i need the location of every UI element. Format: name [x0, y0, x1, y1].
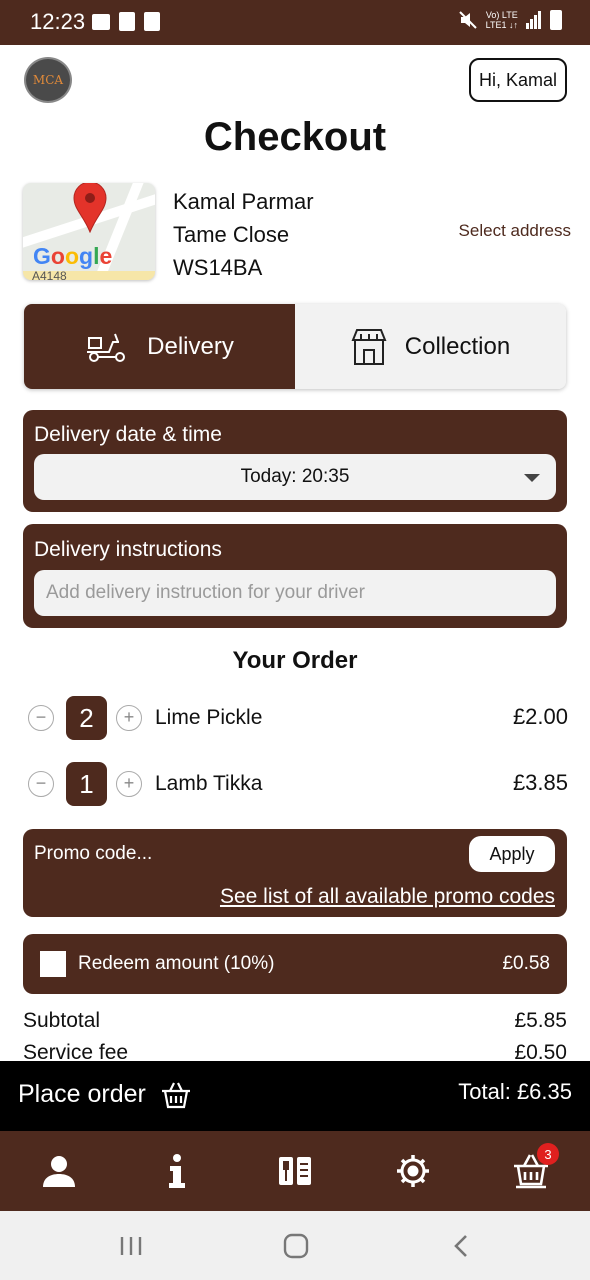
- redeem-label: Redeem amount (10%): [78, 953, 275, 974]
- info-tab[interactable]: [155, 1149, 199, 1193]
- item-quantity: 2: [66, 696, 107, 740]
- recent-apps-icon[interactable]: [119, 1235, 143, 1257]
- account-icon: [43, 1156, 75, 1187]
- decrease-quantity-button[interactable]: −: [28, 771, 54, 797]
- basket-count-badge: 3: [537, 1143, 559, 1165]
- select-address-link[interactable]: Select address: [459, 221, 571, 241]
- item-quantity: 1: [66, 762, 107, 806]
- item-price: £3.85: [512, 770, 568, 795]
- greeting-button[interactable]: Hi, Kamal: [469, 58, 567, 102]
- place-order-label: Place order: [18, 1080, 146, 1108]
- basket-tab[interactable]: 3: [509, 1143, 559, 1193]
- subtotal-row: Subtotal £5.85: [23, 1009, 567, 1033]
- item-name: Lime Pickle: [155, 706, 263, 729]
- sim-icon: [119, 12, 135, 31]
- menu-icon: [279, 1157, 311, 1185]
- delivery-instructions-label: Delivery instructions: [34, 538, 222, 561]
- sim-icon: [144, 12, 160, 31]
- decrease-quantity-button[interactable]: −: [28, 705, 54, 731]
- address-map-thumbnail[interactable]: Google A4148: [23, 183, 155, 280]
- delivery-instructions-input[interactable]: [34, 570, 556, 616]
- apply-promo-button[interactable]: Apply: [469, 836, 555, 872]
- map-road-label: A4148: [32, 269, 67, 280]
- promo-code-input[interactable]: Promo code...: [34, 843, 152, 865]
- status-time: 12:23: [30, 9, 86, 34]
- system-nav-bar: [0, 1211, 590, 1280]
- place-order-bar[interactable]: Place order Total: £6.35: [0, 1061, 590, 1131]
- delivery-instructions-panel: Delivery instructions: [23, 524, 567, 628]
- info-icon: [169, 1154, 185, 1188]
- delivery-time-value: Today: 20:35: [240, 466, 350, 487]
- subtotal-value: £5.85: [514, 1009, 567, 1032]
- increase-quantity-button[interactable]: +: [116, 771, 142, 797]
- account-tab[interactable]: [37, 1149, 81, 1193]
- network-label: Vo) LTE LTE1 ↓↑: [485, 10, 518, 30]
- notification-icons: [92, 12, 160, 31]
- status-bar: 12:23 Vo) LTE LTE1 ↓↑: [0, 0, 590, 45]
- order-item: − 2 + Lime Pickle £2.00: [28, 696, 568, 740]
- subtotal-label: Subtotal: [23, 1009, 101, 1032]
- map-pin-icon: [73, 183, 107, 233]
- order-item: − 1 + Lamb Tikka £3.85: [28, 762, 568, 806]
- collection-tab-label: Collection: [404, 332, 511, 360]
- chevron-down-icon: [524, 474, 540, 482]
- delivery-tab-label: Delivery: [147, 332, 234, 360]
- order-total: Total: £6.35: [458, 1079, 572, 1104]
- settings-tab[interactable]: [391, 1149, 435, 1193]
- back-icon[interactable]: [452, 1234, 470, 1258]
- restaurant-logo[interactable]: MCA: [24, 57, 72, 103]
- delivery-time-label: Delivery date & time: [34, 423, 222, 446]
- google-logo: Google: [33, 243, 113, 269]
- home-icon[interactable]: [283, 1233, 309, 1259]
- system-icons: Vo) LTE LTE1 ↓↑: [458, 10, 562, 30]
- redeem-amount: £0.58: [502, 953, 550, 974]
- address-street: Tame Close: [173, 222, 290, 247]
- battery-icon: [550, 10, 562, 30]
- image-icon: [92, 14, 110, 30]
- delivery-address: Kamal Parmar Tame Close WS14BA: [173, 185, 314, 284]
- basket-icon: [161, 1082, 190, 1108]
- item-name: Lamb Tikka: [155, 772, 263, 795]
- delivery-time-select[interactable]: Today: 20:35: [34, 454, 556, 500]
- delivery-time-panel: Delivery date & time Today: 20:35: [23, 410, 567, 512]
- redeem-panel: Redeem amount (10%) £0.58: [23, 934, 567, 994]
- place-order-button[interactable]: Place order: [18, 1080, 192, 1109]
- promo-codes-link[interactable]: See list of all available promo codes: [220, 885, 555, 909]
- address-postcode: WS14BA: [173, 255, 263, 280]
- page-title: Checkout: [203, 115, 387, 159]
- promo-panel: Promo code... Apply See list of all avai…: [23, 829, 567, 917]
- menu-tab[interactable]: [273, 1149, 317, 1193]
- redeem-checkbox[interactable]: [40, 951, 66, 977]
- address-name: Kamal Parmar: [173, 189, 314, 214]
- settings-icon: [397, 1155, 429, 1187]
- mute-icon: [458, 11, 477, 29]
- delivery-tab[interactable]: Delivery: [24, 304, 295, 389]
- bottom-nav: 3: [0, 1131, 590, 1211]
- order-title: Your Order: [232, 647, 358, 674]
- increase-quantity-button[interactable]: +: [116, 705, 142, 731]
- item-price: £2.00: [512, 704, 568, 729]
- collection-tab[interactable]: Collection: [295, 304, 566, 389]
- fulfilment-toggle: Delivery Collection: [24, 304, 566, 389]
- scooter-icon: [87, 333, 126, 362]
- signal-icon: [526, 11, 542, 29]
- shop-icon: [351, 328, 387, 365]
